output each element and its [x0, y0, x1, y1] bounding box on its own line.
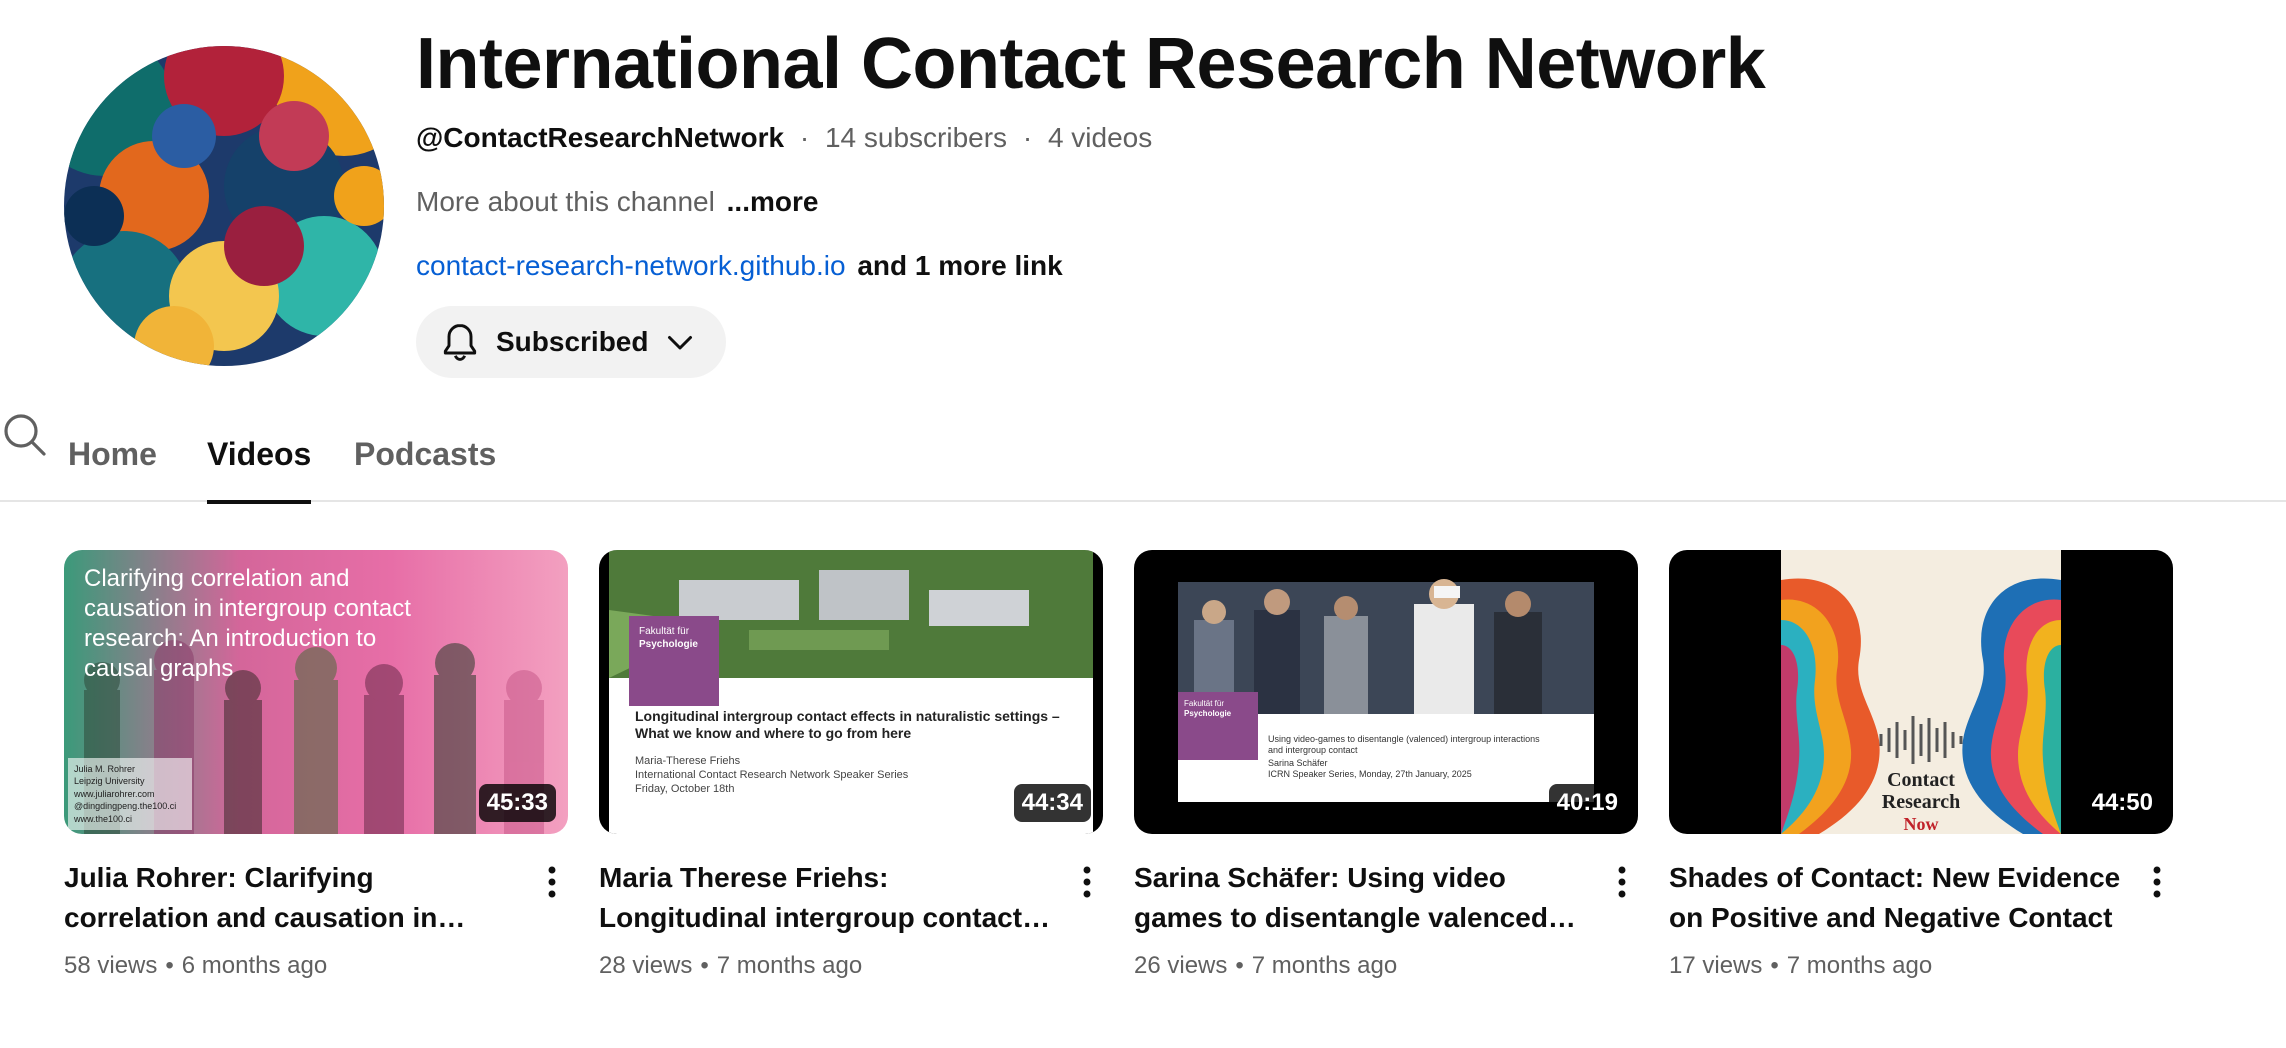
channel-handle: @ContactResearchNetwork: [416, 122, 785, 153]
video-meta: 28 views • 7 months ago: [599, 950, 1059, 982]
thumb-credit-line: Leipzig University: [74, 776, 145, 786]
thumb-badge-line: Fakultät für: [1184, 699, 1224, 708]
video-title[interactable]: Shades of Contact: New Evidence on Posit…: [1669, 858, 2129, 938]
thumb-credit-line: www.juliarohrer.com: [73, 789, 155, 799]
thumb-sub-line: Sarina Schäfer: [1268, 758, 1328, 768]
thumb-badge-line: Fakultät für: [639, 626, 690, 637]
thumb-credit-line: @dingdingpeng.the100.ci: [74, 801, 176, 811]
video-card[interactable]: Contact Research Now 44:50 Shades of Con…: [1669, 550, 2173, 982]
thumb-title-line: research: An introduction to: [84, 625, 376, 652]
meta-separator: •: [165, 952, 174, 979]
video-card[interactable]: Fakultät für Psychologie Using video-gam…: [1134, 550, 1638, 982]
channel-avatar[interactable]: [64, 46, 384, 366]
bell-icon: [443, 324, 477, 361]
more-vert-icon[interactable]: [536, 862, 568, 902]
thumb-badge-line: Psychologie: [1184, 709, 1232, 718]
subscribed-button[interactable]: Subscribed: [416, 306, 727, 378]
video-meta: 58 views • 6 months ago: [64, 950, 524, 982]
channel-about[interactable]: More about this channel ...more: [416, 184, 2216, 220]
thumb-logo-line: Contact: [1887, 769, 1955, 791]
thumb-logo-line: Now: [1904, 814, 1939, 834]
more-vert-icon[interactable]: [1606, 862, 1638, 902]
more-links-button[interactable]: and 1 more link: [857, 250, 1062, 281]
meta-separator: ·: [799, 122, 810, 153]
video-views: 26 views: [1134, 952, 1228, 979]
video-age: 6 months ago: [181, 952, 328, 979]
video-title[interactable]: Maria Therese Friehs: Longitudinal inter…: [599, 858, 1059, 938]
channel-title: International Contact Research Network: [416, 24, 1766, 104]
thumb-title-line: Longitudinal intergroup contact effects …: [635, 708, 1060, 724]
meta-separator: ·: [1022, 122, 1033, 153]
video-count: 4 videos: [1047, 122, 1153, 153]
video-views: 58 views: [64, 952, 158, 979]
search-icon[interactable]: [0, 410, 48, 458]
video-thumbnail[interactable]: Contact Research Now 44:50: [1669, 550, 2173, 834]
thumb-sub-line: Friday, October 18th: [635, 783, 734, 795]
video-thumbnail[interactable]: Clarifying correlation and causation in …: [64, 550, 568, 834]
tab-videos[interactable]: Videos: [207, 410, 312, 504]
video-age: 7 months ago: [716, 952, 863, 979]
channel-links: contact-research-network.github.io and 1…: [416, 248, 2216, 284]
video-details: Maria Therese Friehs: Longitudinal inter…: [599, 858, 1103, 982]
thumb-title-line: causal graphs: [84, 655, 233, 682]
thumb-sub-line: Maria-Therese Friehs: [635, 755, 741, 767]
video-duration: 44:50: [2083, 784, 2161, 822]
thumb-title-line: What we know and where to go from here: [635, 725, 911, 741]
thumb-sub-line: ICRN Speaker Series, Monday, 27th Januar…: [1268, 769, 1472, 779]
chevron-down-icon: [668, 336, 693, 350]
video-duration: 44:34: [1013, 784, 1091, 822]
thumb-title-line: causation in intergroup contact: [84, 595, 411, 622]
about-text: More about this channel: [416, 186, 715, 217]
thumb-title-line: Using video-games to disentangle (valenc…: [1268, 734, 1540, 744]
channel-meta: @ContactResearchNetwork · 14 subscribers…: [416, 120, 2216, 156]
video-thumbnail[interactable]: Fakultät für Psychologie Longitudinal in…: [599, 550, 1103, 834]
thumb-sub-line: International Contact Research Network S…: [635, 769, 909, 781]
video-meta: 17 views • 7 months ago: [1669, 950, 2129, 982]
avatar-artwork: [64, 46, 384, 366]
thumb-title-line: and intergroup contact: [1268, 745, 1358, 755]
thumb-credit-line: Julia M. Rohrer: [74, 764, 135, 774]
video-meta: 26 views • 7 months ago: [1134, 950, 1594, 982]
video-card[interactable]: Fakultät für Psychologie Longitudinal in…: [599, 550, 1103, 982]
subscribed-label: Subscribed: [496, 326, 649, 357]
video-details: Sarina Schäfer: Using video games to dis…: [1134, 858, 1638, 982]
more-vert-icon[interactable]: [2141, 862, 2173, 902]
thumb-logo-line: Research: [1882, 791, 1961, 813]
meta-separator: •: [700, 952, 709, 979]
video-details: Julia Rohrer: Clarifying correlation and…: [64, 858, 568, 982]
tab-home[interactable]: Home: [68, 410, 157, 502]
video-views: 17 views: [1669, 952, 1763, 979]
video-thumbnail[interactable]: Fakultät für Psychologie Using video-gam…: [1134, 550, 1638, 834]
video-title[interactable]: Sarina Schäfer: Using video games to dis…: [1134, 858, 1594, 938]
video-details: Shades of Contact: New Evidence on Posit…: [1669, 858, 2173, 982]
about-more-button[interactable]: ...more: [727, 186, 819, 217]
video-duration: 40:19: [1548, 784, 1626, 822]
more-vert-icon[interactable]: [1071, 862, 1103, 902]
meta-separator: •: [1235, 952, 1244, 979]
thumb-badge-line: Psychologie: [639, 639, 698, 650]
video-views: 28 views: [599, 952, 693, 979]
channel-info: International Contact Research Network @…: [416, 22, 2216, 378]
tab-podcasts[interactable]: Podcasts: [354, 410, 496, 502]
video-age: 7 months ago: [1786, 952, 1933, 979]
video-duration: 45:33: [478, 784, 556, 822]
channel-tabs: Home Videos Podcasts: [0, 410, 2286, 504]
channel-link[interactable]: contact-research-network.github.io: [416, 250, 846, 281]
thumb-title-line: Clarifying correlation and: [84, 565, 349, 592]
thumb-credit-line: www.the100.ci: [73, 814, 132, 824]
video-age: 7 months ago: [1251, 952, 1398, 979]
video-card[interactable]: Clarifying correlation and causation in …: [64, 550, 568, 982]
video-title[interactable]: Julia Rohrer: Clarifying correlation and…: [64, 858, 524, 938]
subscriber-count: 14 subscribers: [824, 122, 1008, 153]
meta-separator: •: [1770, 952, 1779, 979]
